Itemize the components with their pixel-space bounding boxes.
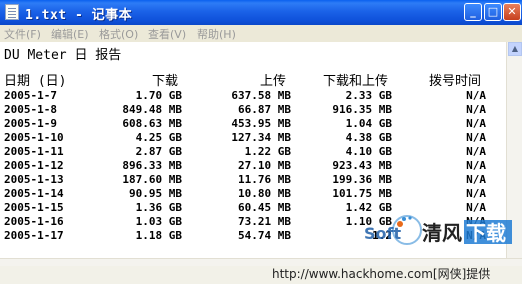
table-row: 2005-1-10 4.25 GB 127.34 MB 4.38 GB N/A bbox=[0, 131, 522, 146]
menu-bar: 文件(F) 编辑(E) 格式(O) 查看(V) 帮助(H) bbox=[0, 25, 522, 43]
cell-dialup: N/A bbox=[466, 117, 486, 130]
cell-date: 2005-1-14 bbox=[4, 187, 64, 200]
watermark-logo: Soft 清风 下载 bbox=[364, 215, 512, 245]
close-button[interactable]: ✕ bbox=[503, 3, 521, 21]
cell-date: 2005-1-7 bbox=[4, 89, 57, 102]
scroll-up-icon[interactable]: ▲ bbox=[508, 42, 522, 56]
cell-upload: 73.21 MB bbox=[238, 215, 291, 228]
cell-upload: 10.80 MB bbox=[238, 187, 291, 200]
cell-dialup: N/A bbox=[466, 173, 486, 186]
cell-total: 2.33 GB bbox=[345, 89, 392, 102]
cell-date: 2005-1-9 bbox=[4, 117, 57, 130]
window-title: 1.txt - 记事本 bbox=[25, 8, 133, 23]
cell-date: 2005-1-11 bbox=[4, 145, 64, 158]
cell-total: 1.04 GB bbox=[345, 117, 392, 130]
cell-date: 2005-1-17 bbox=[4, 229, 64, 242]
cell-total: 923.43 MB bbox=[332, 159, 392, 172]
table-row: 2005-1-13 187.60 MB 11.76 MB 199.36 MB N/A bbox=[0, 173, 522, 188]
notepad-icon[interactable] bbox=[5, 4, 19, 20]
cell-upload: 127.34 MB bbox=[231, 131, 291, 144]
cell-date: 2005-1-13 bbox=[4, 173, 64, 186]
header-total: 下载和上传 bbox=[323, 74, 389, 89]
cell-download: 187.60 MB bbox=[122, 173, 182, 186]
cell-upload: 60.45 MB bbox=[238, 201, 291, 214]
cell-download: 1.03 GB bbox=[135, 215, 182, 228]
cell-dialup: N/A bbox=[466, 187, 486, 200]
cell-date: 2005-1-12 bbox=[4, 159, 64, 172]
menu-file[interactable]: 文件(F) bbox=[4, 26, 41, 42]
menu-view[interactable]: 查看(V) bbox=[148, 26, 186, 42]
cell-download: 896.33 MB bbox=[122, 159, 182, 172]
table-row: 2005-1-9 608.63 MB 453.95 MB 1.04 GB N/A bbox=[0, 117, 522, 132]
watermark-brand-cn2: 下载 bbox=[466, 221, 506, 245]
table-row: 2005-1-14 90.95 MB 10.80 MB 101.75 MB N/A bbox=[0, 187, 522, 202]
cell-dialup: N/A bbox=[466, 131, 486, 144]
notepad-window: 1.txt - 记事本 _ □ ✕ 文件(F) 编辑(E) 格式(O) 查看(V… bbox=[0, 0, 522, 284]
cell-download: 2.87 GB bbox=[135, 145, 182, 158]
cell-dialup: N/A bbox=[466, 89, 486, 102]
header-date: 日期 (日) bbox=[4, 74, 67, 89]
watermark-brand-cn: 清风 bbox=[422, 221, 462, 245]
cell-dialup: N/A bbox=[466, 159, 486, 172]
menu-edit[interactable]: 编辑(E) bbox=[51, 26, 89, 42]
cell-download: 4.25 GB bbox=[135, 131, 182, 144]
cell-upload: 27.10 MB bbox=[238, 159, 291, 172]
cell-date: 2005-1-8 bbox=[4, 103, 57, 116]
minimize-button[interactable]: _ bbox=[464, 3, 482, 21]
table-row: 2005-1-12 896.33 MB 27.10 MB 923.43 MB N/A bbox=[0, 159, 522, 174]
cell-upload: 11.76 MB bbox=[238, 173, 291, 186]
maximize-button[interactable]: □ bbox=[484, 3, 502, 21]
table-row: 2005-1-11 2.87 GB 1.22 GB 4.10 GB N/A bbox=[0, 145, 522, 160]
cell-download: 90.95 MB bbox=[129, 187, 182, 200]
watermark-brand-latin: Soft bbox=[364, 224, 401, 243]
table-row: 2005-1-7 1.70 GB 637.58 MB 2.33 GB N/A bbox=[0, 89, 522, 104]
cell-download: 1.18 GB bbox=[135, 229, 182, 242]
header-dialup: 拨号时间 bbox=[429, 74, 482, 89]
watermark-url: http://www.hackhome.com[网侠]提供 bbox=[272, 267, 491, 281]
menu-help[interactable]: 帮助(H) bbox=[197, 26, 236, 42]
cell-total: 4.10 GB bbox=[345, 145, 392, 158]
cell-download: 608.63 MB bbox=[122, 117, 182, 130]
cell-download: 1.70 GB bbox=[135, 89, 182, 102]
cell-dialup: N/A bbox=[466, 145, 486, 158]
cell-upload: 1.22 GB bbox=[244, 145, 291, 158]
cell-dialup: N/A bbox=[466, 103, 486, 116]
cell-date: 2005-1-10 bbox=[4, 131, 64, 144]
report-title: DU Meter 日 报告 bbox=[4, 48, 122, 63]
table-row: 2005-1-8 849.48 MB 66.87 MB 916.35 MB N/A bbox=[0, 103, 522, 118]
cell-total: 4.38 GB bbox=[345, 131, 392, 144]
cell-date: 2005-1-16 bbox=[4, 215, 64, 228]
cell-upload: 54.74 MB bbox=[238, 229, 291, 242]
cell-upload: 637.58 MB bbox=[231, 89, 291, 102]
cell-total: 199.36 MB bbox=[332, 173, 392, 186]
header-download: 下载 bbox=[152, 74, 179, 89]
cell-total: 916.35 MB bbox=[332, 103, 392, 116]
header-upload: 上传 bbox=[260, 74, 287, 89]
menu-format[interactable]: 格式(O) bbox=[99, 26, 138, 42]
cell-download: 1.36 GB bbox=[135, 201, 182, 214]
title-bar[interactable]: 1.txt - 记事本 _ □ ✕ bbox=[0, 0, 522, 25]
cell-download: 849.48 MB bbox=[122, 103, 182, 116]
cell-upload: 453.95 MB bbox=[231, 117, 291, 130]
cell-upload: 66.87 MB bbox=[238, 103, 291, 116]
cell-total: 101.75 MB bbox=[332, 187, 392, 200]
cell-date: 2005-1-15 bbox=[4, 201, 64, 214]
